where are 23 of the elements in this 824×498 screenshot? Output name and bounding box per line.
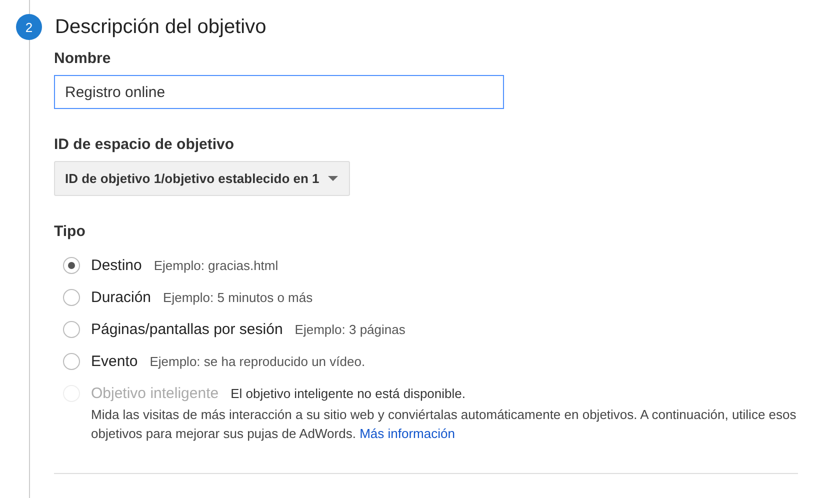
option-label[interactable]: Destino [91,256,142,274]
field-label: ID de espacio de objetivo [54,136,234,153]
option-label[interactable]: Evento [91,352,138,370]
option-label[interactable]: Duración [91,288,152,306]
option-label[interactable]: Páginas/pantallas por sesión [91,320,283,338]
option-example: Ejemplo: 3 páginas [294,322,406,336]
smart-goal-description: Mida las visitas de más interacción a su sitio web y conviértalas automáticamente en objetivos. A continuación, utilice esos objetivos para mejorar sus pujas de AdWords. Más información [91,406,798,443]
name-input-field[interactable]: Registro online [54,75,504,109]
caret-icon [328,176,338,181]
radio-button[interactable] [63,288,80,306]
field-label: Nombre [54,50,111,67]
option-example: El objetivo inteligente no está disponible. [230,386,466,400]
step-number-badge: 2 [16,14,42,40]
option-example: Ejemplo: 5 minutos o más [163,290,313,304]
radio-button[interactable] [63,256,80,274]
field-label: Tipo [54,223,86,240]
section-title: Descripción del objetivo [55,16,266,38]
option-example: Ejemplo: gracias.html [154,258,278,272]
radio-button[interactable] [63,352,80,370]
radio-button[interactable] [63,320,80,338]
more-info-link[interactable]: Más información [360,426,455,441]
option-example: Ejemplo: se ha reproducido un vídeo. [150,354,366,368]
goal-slot-dropdown[interactable]: ID de objetivo 1/objetivo establecido en 1 [54,161,350,196]
